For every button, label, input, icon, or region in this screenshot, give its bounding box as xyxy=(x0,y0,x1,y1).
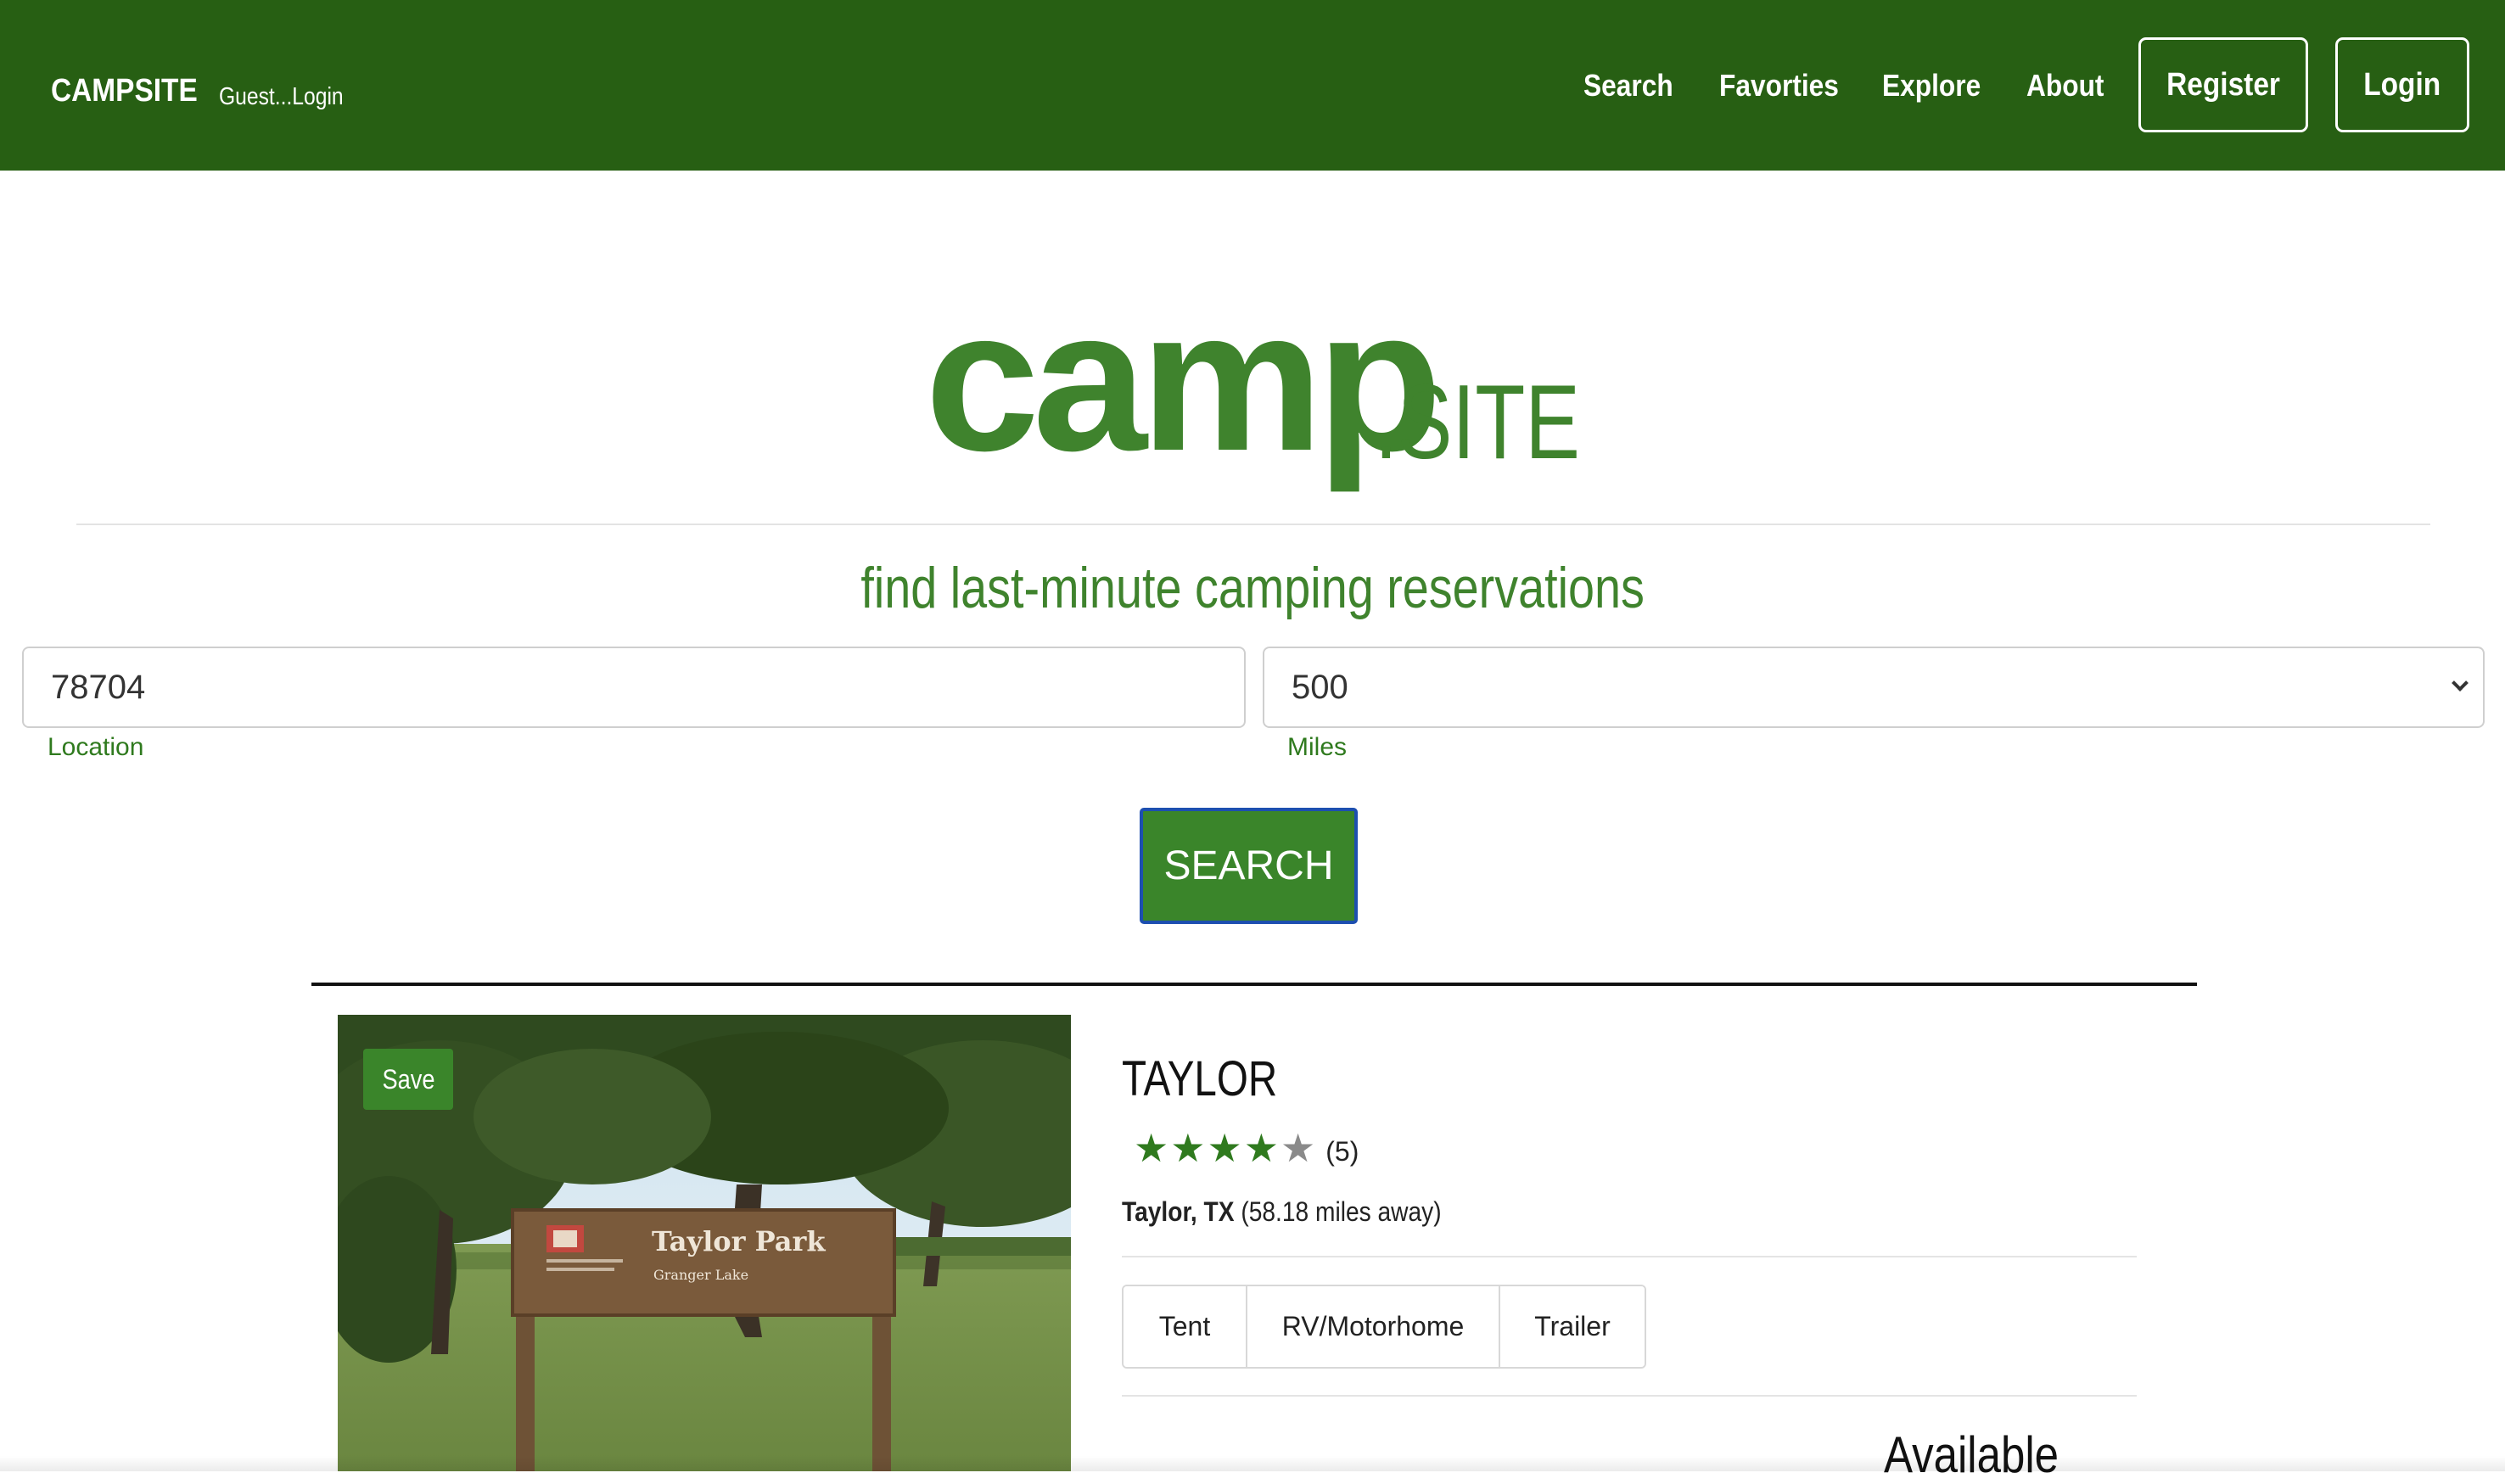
guest-login-text[interactable]: Guest...Login xyxy=(219,83,344,111)
scroll-shadow xyxy=(0,1456,2505,1471)
register-button-label: Register xyxy=(2166,66,2280,103)
location-input-value: 78704 xyxy=(51,668,146,706)
rating-count: (5) xyxy=(1325,1135,1359,1167)
card-divider xyxy=(1122,1256,2137,1257)
campsite-distance: (58.18 miles away) xyxy=(1241,1196,1442,1227)
star-icon: ★ xyxy=(1134,1125,1169,1171)
login-button-label: Login xyxy=(2363,66,2441,103)
type-rv-button[interactable]: RV/Motorhome xyxy=(1247,1286,1500,1367)
miles-select[interactable]: 500 xyxy=(1263,647,2485,728)
brand-logo[interactable]: CAMPSITE xyxy=(51,73,198,109)
nav-link-explore[interactable]: Explore xyxy=(1882,68,1981,104)
star-icon: ★ xyxy=(1281,1125,1316,1171)
login-button[interactable]: Login xyxy=(2335,37,2469,132)
campsite-location: Taylor, TX (58.18 miles away) xyxy=(1122,1196,1442,1228)
tagline: find last-minute camping reservations xyxy=(0,555,2505,621)
hero-divider xyxy=(76,524,2430,525)
register-button[interactable]: Register xyxy=(2138,37,2308,132)
type-tent-button[interactable]: Tent xyxy=(1124,1286,1247,1367)
nav-link-favorites[interactable]: Favorties xyxy=(1719,68,1839,104)
save-button[interactable]: Save xyxy=(363,1049,453,1110)
logo-site-text: .SITE xyxy=(1375,364,1580,481)
photo-sign-subtitle: Granger Lake xyxy=(653,1267,748,1283)
star-icon: ★ xyxy=(1243,1125,1279,1171)
card-divider xyxy=(1122,1395,2137,1397)
availability-heading: Available xyxy=(1884,1426,2059,1483)
search-button-label: SEARCH xyxy=(1163,843,1334,888)
location-input[interactable]: 78704 xyxy=(22,647,1246,728)
miles-label: Miles xyxy=(1287,733,1348,761)
campsite-name[interactable]: TAYLOR xyxy=(1122,1050,1277,1107)
results-divider xyxy=(311,983,2197,986)
site-type-group: Tent RV/Motorhome Trailer xyxy=(1122,1285,1646,1369)
rating-stars: ★ ★ ★ ★ ★ (5) xyxy=(1134,1128,1359,1168)
nav-link-search[interactable]: Search xyxy=(1583,68,1673,104)
save-button-label: Save xyxy=(382,1063,434,1095)
tagline-text: find last-minute camping reservations xyxy=(860,556,1645,620)
campsite-hero-logo: camp .SITE xyxy=(925,280,1604,526)
chevron-down-icon xyxy=(2452,675,2469,692)
type-trailer-button[interactable]: Trailer xyxy=(1500,1286,1645,1367)
logo-camp-text: camp xyxy=(925,268,1443,493)
star-icon: ★ xyxy=(1207,1125,1242,1171)
miles-select-value: 500 xyxy=(1292,668,1348,706)
search-button[interactable]: SEARCH xyxy=(1140,808,1358,924)
campsite-city: Taylor, TX xyxy=(1122,1196,1235,1227)
top-navbar: CAMPSITE Guest...Login Search Favorties … xyxy=(0,0,2505,171)
location-label: Location xyxy=(48,733,144,761)
photo-sign-title: Taylor Park xyxy=(652,1225,826,1257)
nav-link-about[interactable]: About xyxy=(2026,68,2104,104)
star-icon: ★ xyxy=(1170,1125,1206,1171)
